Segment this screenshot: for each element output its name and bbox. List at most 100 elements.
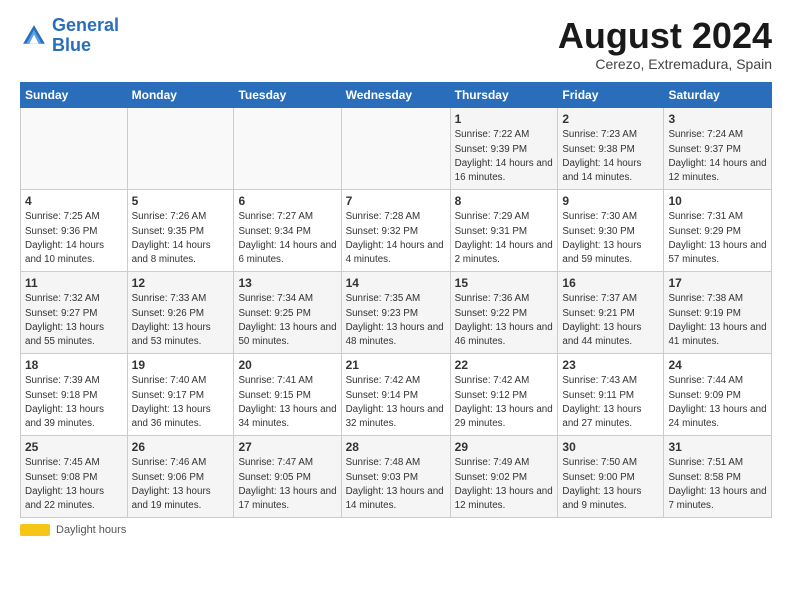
table-row: 26Sunrise: 7:46 AM Sunset: 9:06 PM Dayli… [127, 435, 234, 517]
day-info: Sunrise: 7:29 AM Sunset: 9:31 PM Dayligh… [455, 210, 554, 267]
calendar-week-row: 18Sunrise: 7:39 AM Sunset: 9:18 PM Dayli… [21, 353, 772, 435]
day-number: 29 [455, 439, 554, 456]
day-info: Sunrise: 7:31 AM Sunset: 9:29 PM Dayligh… [668, 210, 767, 267]
day-info: Sunrise: 7:43 AM Sunset: 9:11 PM Dayligh… [562, 374, 659, 431]
day-info: Sunrise: 7:35 AM Sunset: 9:23 PM Dayligh… [346, 292, 446, 349]
footer: Daylight hours [20, 524, 772, 536]
table-row: 28Sunrise: 7:48 AM Sunset: 9:03 PM Dayli… [341, 435, 450, 517]
day-info: Sunrise: 7:30 AM Sunset: 9:30 PM Dayligh… [562, 210, 659, 267]
day-info: Sunrise: 7:45 AM Sunset: 9:08 PM Dayligh… [25, 456, 123, 513]
day-number: 17 [668, 275, 767, 292]
day-number: 12 [132, 275, 230, 292]
day-number: 6 [238, 193, 336, 210]
table-row: 31Sunrise: 7:51 AM Sunset: 8:58 PM Dayli… [664, 435, 772, 517]
day-number: 9 [562, 193, 659, 210]
day-number: 10 [668, 193, 767, 210]
day-number: 20 [238, 357, 336, 374]
daylight-bar-icon [20, 524, 50, 536]
day-info: Sunrise: 7:48 AM Sunset: 9:03 PM Dayligh… [346, 456, 446, 513]
logo-text: General Blue [52, 16, 119, 56]
table-row: 29Sunrise: 7:49 AM Sunset: 9:02 PM Dayli… [450, 435, 558, 517]
page: General Blue August 2024 Cerezo, Extrema… [0, 0, 792, 612]
table-row: 9Sunrise: 7:30 AM Sunset: 9:30 PM Daylig… [558, 189, 664, 271]
day-info: Sunrise: 7:27 AM Sunset: 9:34 PM Dayligh… [238, 210, 336, 267]
table-row [127, 107, 234, 189]
table-row: 11Sunrise: 7:32 AM Sunset: 9:27 PM Dayli… [21, 271, 128, 353]
table-row: 27Sunrise: 7:47 AM Sunset: 9:05 PM Dayli… [234, 435, 341, 517]
day-number: 16 [562, 275, 659, 292]
table-row: 25Sunrise: 7:45 AM Sunset: 9:08 PM Dayli… [21, 435, 128, 517]
title-area: August 2024 Cerezo, Extremadura, Spain [558, 16, 772, 72]
day-info: Sunrise: 7:26 AM Sunset: 9:35 PM Dayligh… [132, 210, 230, 267]
day-info: Sunrise: 7:46 AM Sunset: 9:06 PM Dayligh… [132, 456, 230, 513]
day-number: 23 [562, 357, 659, 374]
month-title: August 2024 [558, 16, 772, 56]
logo: General Blue [20, 16, 119, 56]
table-row: 20Sunrise: 7:41 AM Sunset: 9:15 PM Dayli… [234, 353, 341, 435]
table-row [341, 107, 450, 189]
day-number: 11 [25, 275, 123, 292]
table-row: 14Sunrise: 7:35 AM Sunset: 9:23 PM Dayli… [341, 271, 450, 353]
day-number: 1 [455, 111, 554, 128]
col-thursday: Thursday [450, 82, 558, 107]
day-number: 7 [346, 193, 446, 210]
table-row: 22Sunrise: 7:42 AM Sunset: 9:12 PM Dayli… [450, 353, 558, 435]
day-number: 5 [132, 193, 230, 210]
day-info: Sunrise: 7:51 AM Sunset: 8:58 PM Dayligh… [668, 456, 767, 513]
table-row: 6Sunrise: 7:27 AM Sunset: 9:34 PM Daylig… [234, 189, 341, 271]
col-friday: Friday [558, 82, 664, 107]
table-row: 2Sunrise: 7:23 AM Sunset: 9:38 PM Daylig… [558, 107, 664, 189]
day-info: Sunrise: 7:39 AM Sunset: 9:18 PM Dayligh… [25, 374, 123, 431]
table-row [21, 107, 128, 189]
logo-icon [20, 22, 48, 50]
day-number: 24 [668, 357, 767, 374]
table-row: 24Sunrise: 7:44 AM Sunset: 9:09 PM Dayli… [664, 353, 772, 435]
day-info: Sunrise: 7:38 AM Sunset: 9:19 PM Dayligh… [668, 292, 767, 349]
table-row: 1Sunrise: 7:22 AM Sunset: 9:39 PM Daylig… [450, 107, 558, 189]
col-sunday: Sunday [21, 82, 128, 107]
day-info: Sunrise: 7:25 AM Sunset: 9:36 PM Dayligh… [25, 210, 123, 267]
day-number: 21 [346, 357, 446, 374]
table-row: 3Sunrise: 7:24 AM Sunset: 9:37 PM Daylig… [664, 107, 772, 189]
table-row: 4Sunrise: 7:25 AM Sunset: 9:36 PM Daylig… [21, 189, 128, 271]
table-row: 8Sunrise: 7:29 AM Sunset: 9:31 PM Daylig… [450, 189, 558, 271]
day-info: Sunrise: 7:36 AM Sunset: 9:22 PM Dayligh… [455, 292, 554, 349]
day-info: Sunrise: 7:42 AM Sunset: 9:14 PM Dayligh… [346, 374, 446, 431]
day-info: Sunrise: 7:22 AM Sunset: 9:39 PM Dayligh… [455, 128, 554, 185]
header: General Blue August 2024 Cerezo, Extrema… [20, 16, 772, 72]
logo-line1: General [52, 15, 119, 35]
calendar-table: Sunday Monday Tuesday Wednesday Thursday… [20, 82, 772, 518]
day-number: 28 [346, 439, 446, 456]
day-info: Sunrise: 7:47 AM Sunset: 9:05 PM Dayligh… [238, 456, 336, 513]
table-row: 13Sunrise: 7:34 AM Sunset: 9:25 PM Dayli… [234, 271, 341, 353]
table-row: 23Sunrise: 7:43 AM Sunset: 9:11 PM Dayli… [558, 353, 664, 435]
day-number: 31 [668, 439, 767, 456]
col-saturday: Saturday [664, 82, 772, 107]
day-info: Sunrise: 7:34 AM Sunset: 9:25 PM Dayligh… [238, 292, 336, 349]
table-row: 16Sunrise: 7:37 AM Sunset: 9:21 PM Dayli… [558, 271, 664, 353]
day-number: 2 [562, 111, 659, 128]
day-number: 3 [668, 111, 767, 128]
day-number: 4 [25, 193, 123, 210]
day-info: Sunrise: 7:42 AM Sunset: 9:12 PM Dayligh… [455, 374, 554, 431]
day-info: Sunrise: 7:28 AM Sunset: 9:32 PM Dayligh… [346, 210, 446, 267]
calendar-week-row: 25Sunrise: 7:45 AM Sunset: 9:08 PM Dayli… [21, 435, 772, 517]
table-row: 10Sunrise: 7:31 AM Sunset: 9:29 PM Dayli… [664, 189, 772, 271]
table-row: 12Sunrise: 7:33 AM Sunset: 9:26 PM Dayli… [127, 271, 234, 353]
day-info: Sunrise: 7:33 AM Sunset: 9:26 PM Dayligh… [132, 292, 230, 349]
table-row: 19Sunrise: 7:40 AM Sunset: 9:17 PM Dayli… [127, 353, 234, 435]
calendar-week-row: 4Sunrise: 7:25 AM Sunset: 9:36 PM Daylig… [21, 189, 772, 271]
day-info: Sunrise: 7:23 AM Sunset: 9:38 PM Dayligh… [562, 128, 659, 185]
table-row: 17Sunrise: 7:38 AM Sunset: 9:19 PM Dayli… [664, 271, 772, 353]
col-wednesday: Wednesday [341, 82, 450, 107]
day-number: 27 [238, 439, 336, 456]
location: Cerezo, Extremadura, Spain [558, 56, 772, 72]
day-number: 14 [346, 275, 446, 292]
day-number: 13 [238, 275, 336, 292]
day-info: Sunrise: 7:40 AM Sunset: 9:17 PM Dayligh… [132, 374, 230, 431]
day-info: Sunrise: 7:50 AM Sunset: 9:00 PM Dayligh… [562, 456, 659, 513]
table-row: 18Sunrise: 7:39 AM Sunset: 9:18 PM Dayli… [21, 353, 128, 435]
day-number: 22 [455, 357, 554, 374]
day-number: 19 [132, 357, 230, 374]
calendar-header-row: Sunday Monday Tuesday Wednesday Thursday… [21, 82, 772, 107]
